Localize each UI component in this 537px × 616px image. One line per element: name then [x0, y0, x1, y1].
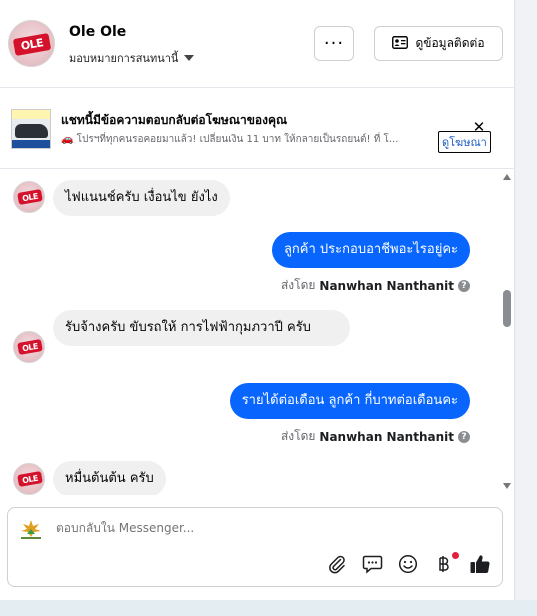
- avatar[interactable]: OLE: [13, 463, 45, 495]
- message-bubble-incoming[interactable]: หมื่นต้นต้น ครับ: [53, 461, 166, 495]
- sent-by-prefix: ส่งโดย: [280, 429, 316, 443]
- conversation-panel: OLE Ole Ole มอบหมายการสนทนานี้ ··· ดูข้อ…: [0, 0, 515, 600]
- message-bubble-outgoing[interactable]: ลูกค้า ประกอบอาชีพอะไรอยู่คะ: [271, 232, 470, 268]
- sender-name: Nanwhan Nanthanit: [319, 278, 454, 293]
- thumbs-up-icon[interactable]: [468, 552, 492, 576]
- chevron-down-icon: [184, 55, 195, 61]
- scroll-down-arrow-icon[interactable]: [503, 483, 511, 489]
- page-background-right: [516, 0, 537, 616]
- emoji-icon[interactable]: [396, 552, 420, 576]
- ad-banner-title: แชทนี้มีข้อความตอบกลับต่อโฆษณาของคุณ: [61, 113, 288, 127]
- avatar-logo-text: OLE: [17, 471, 43, 487]
- avatar-logo-text: OLE: [17, 189, 43, 205]
- saved-reply-icon[interactable]: [360, 552, 384, 576]
- message-bubble-incoming[interactable]: รับจ้างครับ ขับรถให้ การไฟฟ้ากุมภวาปี คร…: [53, 310, 350, 346]
- message-input[interactable]: [56, 521, 416, 535]
- attachment-icon[interactable]: [325, 552, 349, 576]
- avatar[interactable]: OLE: [13, 181, 45, 213]
- message-scrollbar[interactable]: [500, 170, 514, 495]
- view-contact-label: ดูข้อมูลติดต่อ: [415, 36, 485, 50]
- view-contact-button[interactable]: ดูข้อมูลติดต่อ: [374, 26, 503, 61]
- assign-conversation-dropdown[interactable]: มอบหมายการสนทนานี้: [69, 49, 195, 67]
- scroll-up-arrow-icon[interactable]: [503, 174, 511, 180]
- sent-by-line: ส่งโดย Nanwhan Nanthanit ?: [281, 276, 470, 295]
- contact-name[interactable]: Ole Ole: [69, 24, 126, 40]
- ad-thumbnail: [11, 109, 51, 149]
- conversation-header: OLE Ole Ole มอบหมายการสนทนานี้ ··· ดูข้อ…: [0, 0, 515, 88]
- scrollbar-thumb[interactable]: [503, 290, 511, 327]
- sent-by-line: ส่งโดย Nanwhan Nanthanit ?: [281, 427, 470, 446]
- avatar[interactable]: OLE: [8, 20, 55, 67]
- reply-composer: [7, 507, 503, 587]
- message-bubble-incoming[interactable]: ไฟแนนช์ครับ เงื่อนไข ยังไง: [53, 180, 230, 216]
- page-logo-icon: [18, 518, 44, 540]
- contact-card-icon: [392, 35, 409, 52]
- avatar-logo-text: OLE: [17, 339, 43, 355]
- message-list[interactable]: OLE ไฟแนนช์ครับ เงื่อนไข ยังไง ลูกค้า ปร…: [0, 170, 515, 495]
- more-options-button[interactable]: ···: [314, 26, 354, 61]
- ellipsis-icon: ···: [323, 33, 345, 54]
- assign-conversation-label: มอบหมายการสนทนานี้: [69, 52, 179, 65]
- ad-banner-text: 🚗 โปรฯที่ทุกคนรอคอยมาแล้ว! เปลี่ยนเงิน 1…: [61, 134, 399, 145]
- sent-by-prefix: ส่งโดย: [280, 278, 316, 292]
- close-icon[interactable]: ✕: [471, 119, 487, 135]
- page-background-bottom: [0, 600, 537, 616]
- avatar-logo-text: OLE: [12, 33, 52, 56]
- help-icon[interactable]: ?: [458, 430, 470, 443]
- help-icon[interactable]: ?: [458, 279, 470, 292]
- message-bubble-outgoing[interactable]: รายได้ต่อเดือน ลูกค้า กี่บาทต่อเดือนคะ: [229, 383, 470, 419]
- ad-reply-banner: แชทนี้มีข้อความตอบกลับต่อโฆษณาของคุณ 🚗 โ…: [0, 89, 515, 169]
- avatar[interactable]: OLE: [13, 331, 45, 363]
- sender-name: Nanwhan Nanthanit: [319, 429, 454, 444]
- notification-dot: [452, 552, 459, 559]
